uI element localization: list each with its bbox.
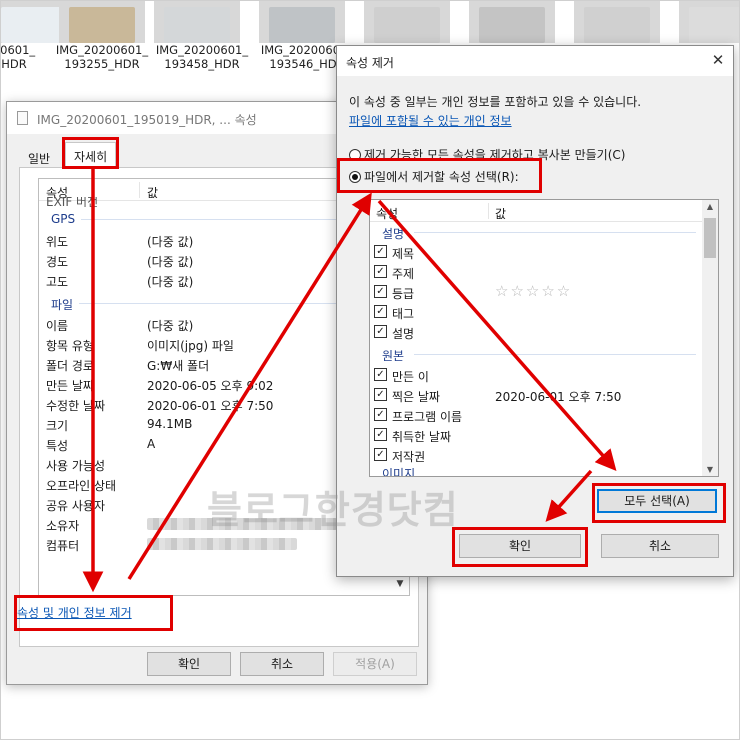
list-item[interactable]: ✓ 취득한 날짜 bbox=[370, 425, 700, 445]
tab-general[interactable]: 일반 bbox=[19, 144, 59, 168]
close-icon[interactable]: ✕ bbox=[703, 46, 733, 76]
checkbox-checked-icon[interactable]: ✓ bbox=[374, 408, 387, 421]
screenshot-canvas: 00601_HDR IMG_20200601_193255_HDR IMG_20… bbox=[0, 0, 740, 740]
ok-button[interactable]: 확인 bbox=[147, 652, 231, 676]
list-item[interactable]: ✓ 주제 bbox=[370, 262, 700, 282]
privacy-description: 이 속성 중 일부는 개인 정보를 포함하고 있을 수 있습니다. bbox=[349, 95, 642, 109]
group-description: 설명 bbox=[370, 222, 700, 242]
column-value[interactable]: 값 bbox=[495, 205, 506, 222]
scroll-down-icon[interactable]: ▼ bbox=[393, 579, 407, 593]
file-thumbnail[interactable] bbox=[364, 1, 450, 43]
list-item[interactable]: ✓ 프로그램 이름 bbox=[370, 405, 700, 425]
scroll-up-icon[interactable]: ▲ bbox=[702, 202, 718, 211]
annotation-box-select-option bbox=[337, 158, 542, 193]
list-header: 속성 값 bbox=[370, 200, 718, 222]
file-thumbnail[interactable] bbox=[259, 1, 345, 43]
rating-stars-icon[interactable]: ☆☆☆☆☆ bbox=[495, 282, 572, 300]
list-item[interactable]: ✓ 등급 ☆☆☆☆☆ bbox=[370, 282, 700, 302]
checkbox-checked-icon[interactable]: ✓ bbox=[374, 305, 387, 318]
checkbox-checked-icon[interactable]: ✓ bbox=[374, 325, 387, 338]
scroll-down-icon[interactable]: ▼ bbox=[702, 465, 718, 474]
file-thumbnail[interactable] bbox=[154, 1, 240, 43]
checkbox-checked-icon[interactable]: ✓ bbox=[374, 368, 387, 381]
list-item[interactable]: ✓ 찍은 날짜 2020-06-01 오후 7:50 bbox=[370, 385, 700, 405]
checkbox-checked-icon[interactable]: ✓ bbox=[374, 428, 387, 441]
group-origin: 원본 bbox=[370, 344, 700, 364]
checkbox-checked-icon[interactable]: ✓ bbox=[374, 285, 387, 298]
file-thumbnail[interactable] bbox=[679, 1, 739, 43]
vertical-scrollbar[interactable]: ▲ ▼ bbox=[702, 200, 718, 476]
properties-title: IMG_20200601_195019_HDR, ... 속성 bbox=[37, 113, 257, 127]
list-item[interactable]: ✓ 제목 bbox=[370, 242, 700, 262]
checkbox-checked-icon[interactable]: ✓ bbox=[374, 388, 387, 401]
list-item[interactable]: ✓ 태그 bbox=[370, 302, 700, 322]
document-icon bbox=[17, 111, 28, 125]
file-name[interactable]: IMG_20200601_ 193255_HDR bbox=[47, 43, 157, 71]
file-name[interactable]: IMG_20200601_ 193458_HDR bbox=[147, 43, 257, 71]
list-item[interactable]: ✓ 저작권 bbox=[370, 445, 700, 465]
list-item[interactable]: ✓ 만든 이 bbox=[370, 365, 700, 385]
remove-title: 속성 제거 bbox=[346, 56, 394, 70]
apply-button[interactable]: 적용(A) bbox=[333, 652, 417, 676]
scrollbar-thumb[interactable] bbox=[704, 218, 716, 258]
file-thumbnail[interactable] bbox=[574, 1, 660, 43]
file-thumbnail[interactable] bbox=[469, 1, 555, 43]
privacy-info-link[interactable]: 파일에 포함될 수 있는 개인 정보 bbox=[349, 112, 512, 129]
checkbox-checked-icon[interactable]: ✓ bbox=[374, 265, 387, 278]
redacted-value bbox=[147, 538, 297, 550]
column-property[interactable]: 속성 bbox=[376, 205, 398, 222]
group-image: 이미지 bbox=[382, 467, 416, 476]
list-item[interactable]: ✓ 설명 bbox=[370, 322, 700, 342]
annotation-box-remove-link bbox=[14, 595, 173, 631]
remove-titlebar[interactable]: 속성 제거 ✕ bbox=[337, 46, 733, 76]
checkbox-checked-icon[interactable]: ✓ bbox=[374, 448, 387, 461]
remove-cancel-button[interactable]: 취소 bbox=[601, 534, 719, 558]
redacted-value bbox=[147, 518, 337, 530]
removable-property-list[interactable]: 속성 값 설명 ✓ 제목 ✓ 주제 ✓ 등급 ☆☆☆☆☆ ✓ 태그 ✓ 설명 원본 ✓ 만든 … bbox=[369, 199, 719, 477]
annotation-box-ok bbox=[452, 527, 588, 567]
file-thumbnail[interactable] bbox=[59, 1, 145, 43]
annotation-box-select-all bbox=[592, 483, 726, 523]
annotation-box-details-tab bbox=[62, 137, 119, 169]
checkbox-checked-icon[interactable]: ✓ bbox=[374, 245, 387, 258]
cancel-button[interactable]: 취소 bbox=[240, 652, 324, 676]
